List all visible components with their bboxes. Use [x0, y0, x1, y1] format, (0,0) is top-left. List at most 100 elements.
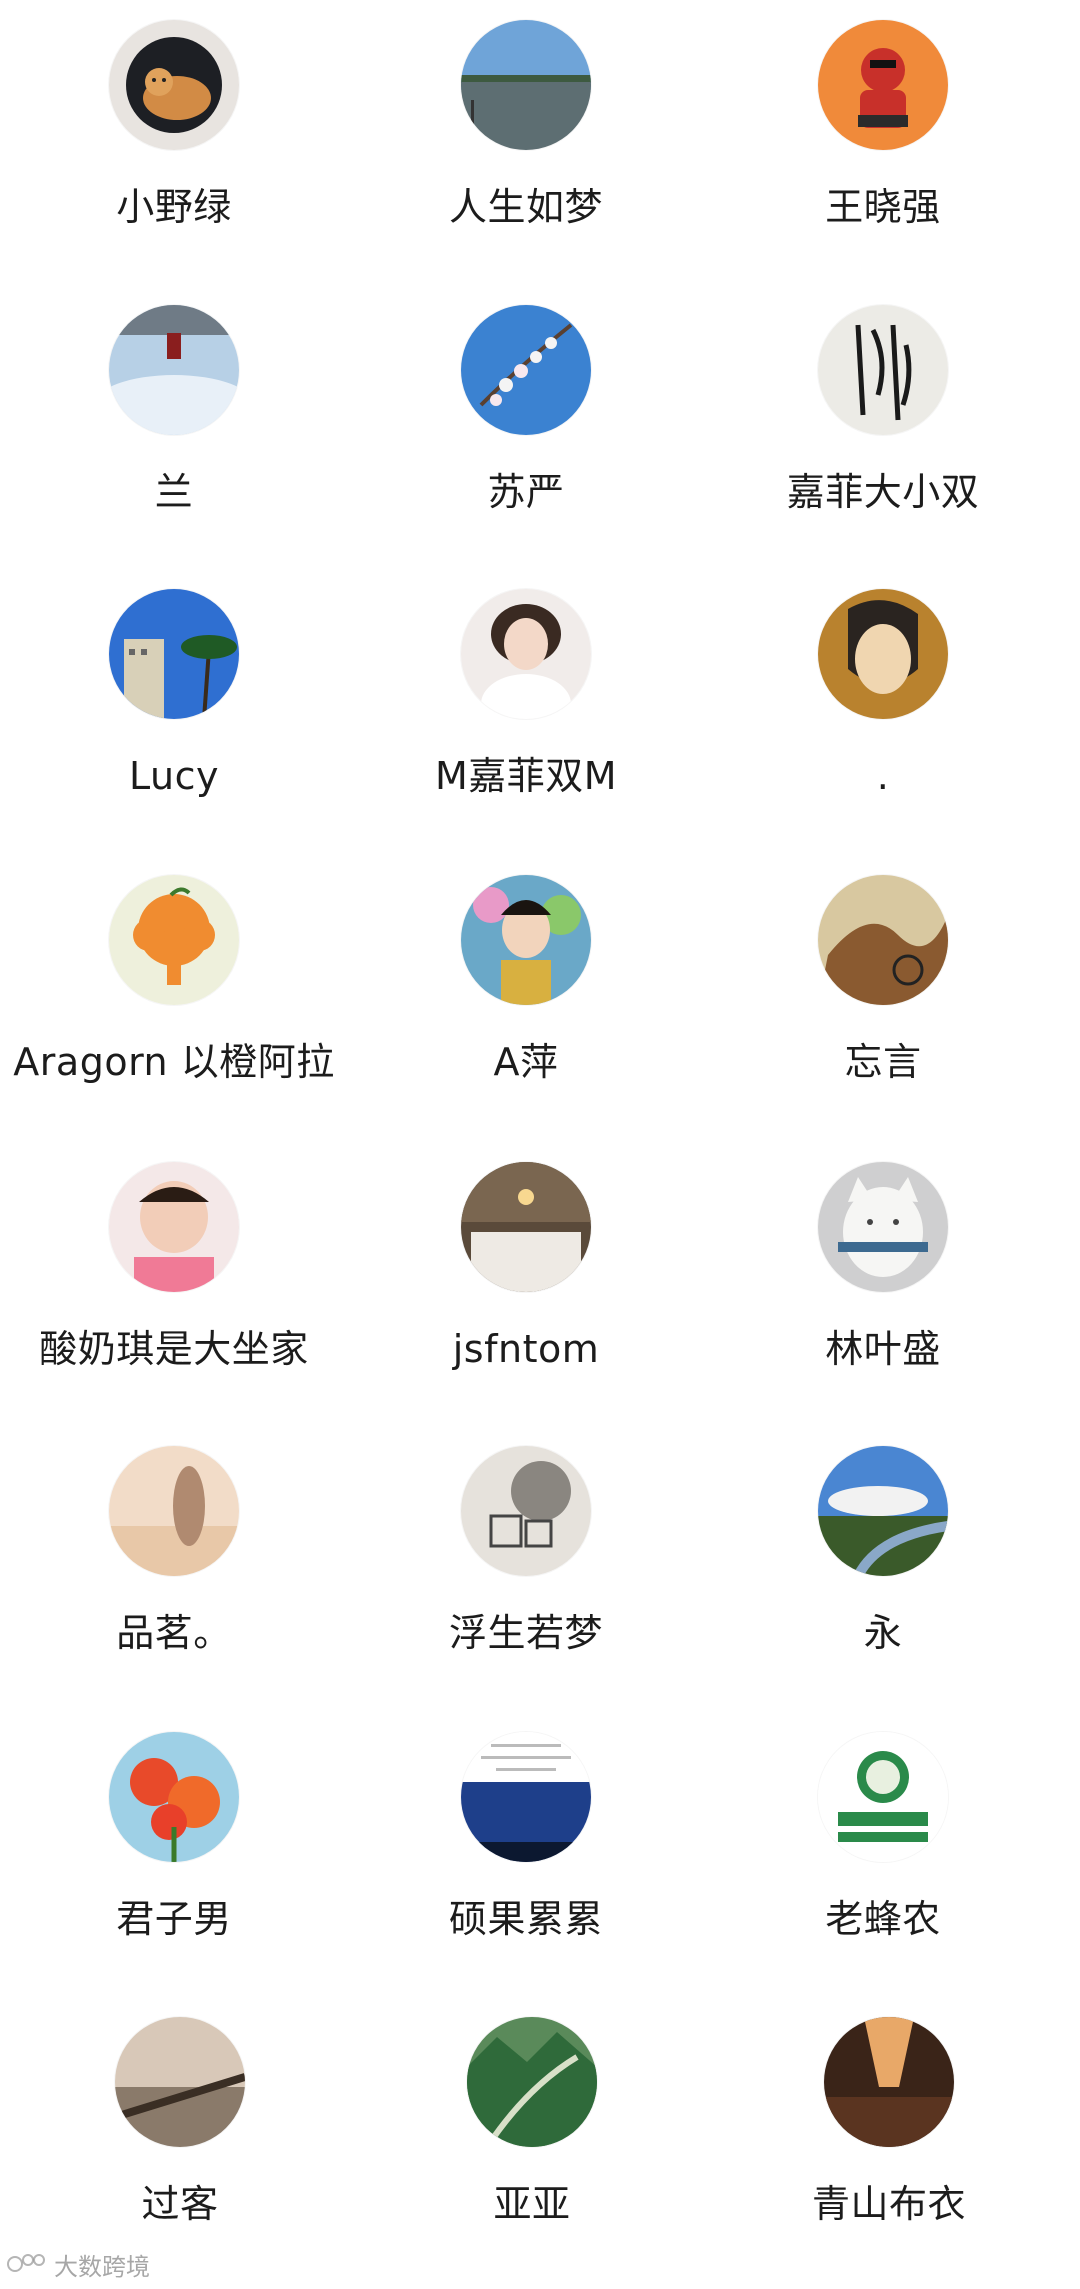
beemaster-logo-avatar[interactable]	[818, 1732, 948, 1862]
contact-item[interactable]: M嘉菲双M	[346, 569, 706, 854]
anime-boy-avatar	[818, 589, 948, 719]
city-palm-avatar	[109, 589, 239, 719]
contact-item[interactable]: 君子男	[0, 1712, 354, 1997]
contact-name: 兰	[154, 470, 194, 514]
contact-item[interactable]: 苏严	[346, 285, 706, 570]
contact-item[interactable]: 过客	[0, 1997, 360, 2282]
contact-name: 永	[863, 1611, 903, 1655]
contact-name: 忘言	[844, 1040, 922, 1084]
contact-item[interactable]: 老蜂农	[703, 1712, 1063, 1997]
contact-name: 酸奶琪是大坐家	[39, 1327, 309, 1371]
red-flowers-avatar[interactable]	[109, 1732, 239, 1862]
contact-item[interactable]: 嘉菲大小双	[703, 285, 1063, 570]
pier-sunset-avatar[interactable]	[115, 2017, 245, 2147]
stone-seal-avatar[interactable]	[461, 1446, 591, 1576]
contact-name: 小野绿	[116, 185, 232, 229]
contact-name: 亚亚	[493, 2182, 571, 2226]
sky-hanging-avatar[interactable]	[109, 305, 239, 435]
contact-item[interactable]: 忘言	[703, 855, 1063, 1140]
watermark-logo-icon	[7, 2254, 45, 2272]
beach-woman-avatar[interactable]	[109, 1446, 239, 1576]
costume-girl-avatar[interactable]	[461, 875, 591, 1005]
contact-name: 人生如梦	[448, 185, 603, 229]
contact-item[interactable]: 青山布衣	[709, 1997, 1069, 2282]
hotel-room-avatar	[461, 1162, 591, 1292]
baby-photo-avatar[interactable]	[109, 1162, 239, 1292]
contact-item[interactable]: 兰	[0, 285, 354, 570]
contact-item[interactable]: 小野绿	[0, 0, 354, 285]
anime-boy-avatar[interactable]	[818, 589, 948, 719]
contact-name: 王晓强	[825, 185, 941, 229]
canyon-avatar	[824, 2017, 954, 2147]
cartoon-hero-avatar[interactable]	[818, 20, 948, 150]
girl-portrait-avatar	[461, 589, 591, 719]
contact-item[interactable]: 品茗。	[0, 1426, 354, 1711]
mountain-road-avatar[interactable]	[467, 2017, 597, 2147]
contact-name: M嘉菲双M	[434, 754, 618, 798]
baby-photo-avatar	[109, 1162, 239, 1292]
beemaster-logo-avatar	[818, 1732, 948, 1862]
red-flowers-avatar	[109, 1732, 239, 1862]
orange-tree-logo-avatar	[109, 875, 239, 1005]
contact-item[interactable]: A萍	[346, 855, 706, 1140]
contact-name: .	[876, 754, 890, 798]
girl-portrait-avatar[interactable]	[461, 589, 591, 719]
canyon-avatar[interactable]	[824, 2017, 954, 2147]
sky-hanging-avatar	[109, 305, 239, 435]
contact-grid-page: 小野绿 人生如梦 王晓强兰 苏严 嘉菲大小双 Lucy M嘉菲双M. Aragorn 以橙阿拉…	[0, 0, 1080, 2289]
contact-name: A萍	[493, 1040, 559, 1084]
city-palm-avatar[interactable]	[109, 589, 239, 719]
contact-item[interactable]: 永	[703, 1426, 1063, 1711]
contact-name: 青山布衣	[811, 2182, 966, 2226]
pier-sunset-avatar	[115, 2017, 245, 2147]
contact-name: 嘉菲大小双	[786, 470, 980, 514]
contact-name: 苏严	[487, 470, 565, 514]
mural-painting-avatar	[818, 875, 948, 1005]
watermark-text: 大数跨境	[54, 2252, 150, 2281]
contact-name: 浮生若梦	[448, 1611, 603, 1655]
contact-item[interactable]: 人生如梦	[346, 0, 706, 285]
cat-in-washer-avatar	[109, 20, 239, 150]
contact-item[interactable]: Aragorn 以橙阿拉	[0, 855, 354, 1140]
calligraphy-avatar	[818, 305, 948, 435]
calligraphy-avatar[interactable]	[818, 305, 948, 435]
contact-item[interactable]: 林叶盛	[703, 1142, 1063, 1427]
contact-item[interactable]: 浮生若梦	[346, 1426, 706, 1711]
cat-in-washer-avatar[interactable]	[109, 20, 239, 150]
watermark: 大数跨境	[6, 2249, 150, 2281]
night-sky-text-avatar[interactable]	[461, 1732, 591, 1862]
contact-item[interactable]: Lucy	[0, 569, 354, 854]
lake-view-avatar	[461, 20, 591, 150]
white-cat-avatar[interactable]	[818, 1162, 948, 1292]
night-sky-text-avatar	[461, 1732, 591, 1862]
contact-name: Aragorn 以橙阿拉	[13, 1040, 335, 1084]
river-clouds-avatar	[818, 1446, 948, 1576]
contact-name: 君子男	[116, 1897, 232, 1941]
contact-name: 老蜂农	[825, 1897, 941, 1941]
stone-seal-avatar	[461, 1446, 591, 1576]
contact-name: 品茗。	[116, 1611, 232, 1655]
contact-item[interactable]: 亚亚	[352, 1997, 712, 2282]
beach-woman-avatar	[109, 1446, 239, 1576]
contact-item[interactable]: 王晓强	[703, 0, 1063, 285]
contact-item[interactable]: jsfntom	[346, 1142, 706, 1427]
orange-tree-logo-avatar[interactable]	[109, 875, 239, 1005]
blossom-sky-avatar[interactable]	[461, 305, 591, 435]
contact-item[interactable]: 酸奶琪是大坐家	[0, 1142, 354, 1427]
river-clouds-avatar[interactable]	[818, 1446, 948, 1576]
contact-name: 林叶盛	[825, 1327, 941, 1371]
white-cat-avatar	[818, 1162, 948, 1292]
mountain-road-avatar	[467, 2017, 597, 2147]
contact-name: jsfntom	[452, 1327, 600, 1371]
costume-girl-avatar	[461, 875, 591, 1005]
cartoon-hero-avatar	[818, 20, 948, 150]
contact-item[interactable]: 硕果累累	[346, 1712, 706, 1997]
mural-painting-avatar[interactable]	[818, 875, 948, 1005]
lake-view-avatar[interactable]	[461, 20, 591, 150]
contact-name: 硕果累累	[448, 1897, 603, 1941]
contact-name: 过客	[141, 2182, 219, 2226]
contact-name: Lucy	[129, 754, 219, 798]
blossom-sky-avatar	[461, 305, 591, 435]
contact-item[interactable]: .	[703, 569, 1063, 854]
hotel-room-avatar[interactable]	[461, 1162, 591, 1292]
